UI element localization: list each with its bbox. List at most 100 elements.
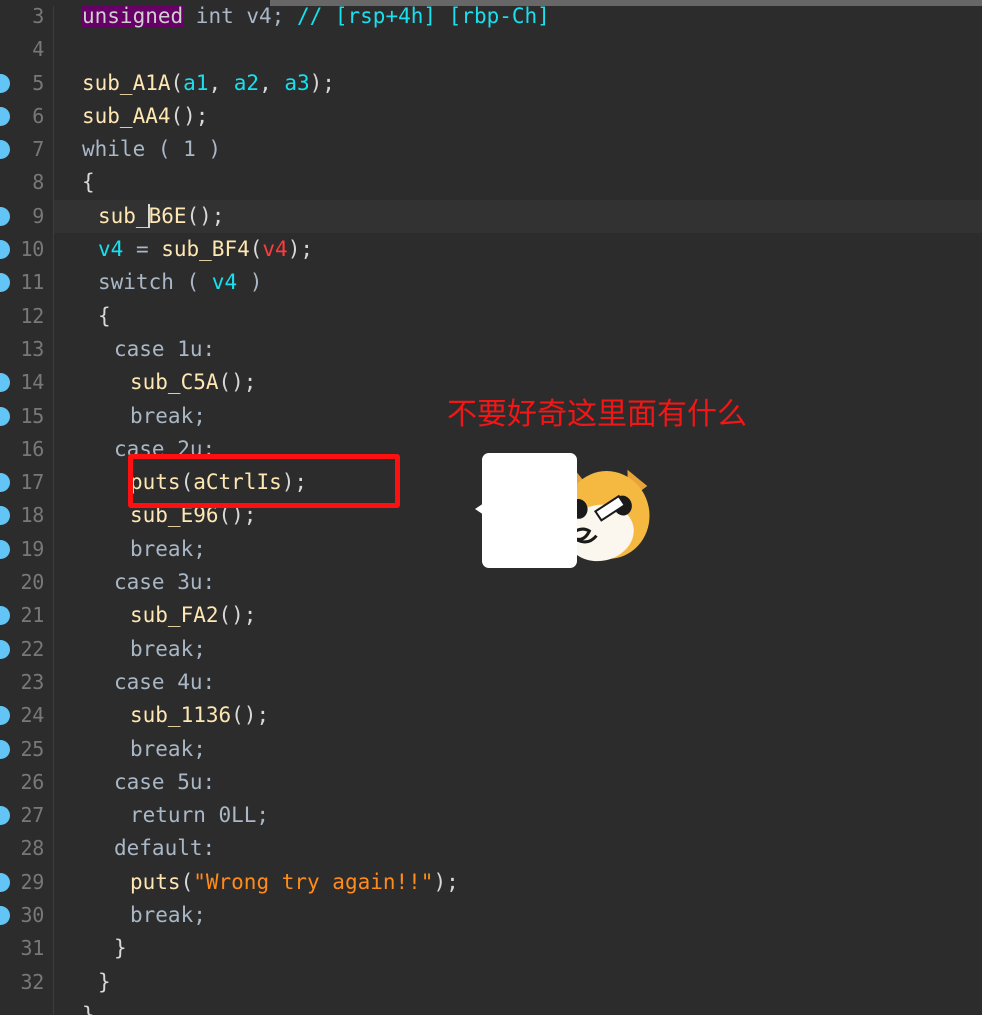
gutter-row[interactable]: 24	[0, 699, 53, 732]
gutter-row[interactable]: 5	[0, 67, 53, 100]
gutter-row[interactable]: 7	[0, 133, 53, 166]
breakpoint-icon[interactable]	[0, 373, 10, 393]
breakpoint-icon[interactable]	[0, 406, 10, 426]
gutter-row[interactable]: 26	[0, 766, 53, 799]
code-token: ,	[208, 70, 234, 95]
gutter-row[interactable]: 11	[0, 266, 53, 299]
line-number: 26	[20, 769, 45, 794]
breakpoint-icon[interactable]	[0, 539, 10, 559]
code-line[interactable]: sub_FA2();	[54, 599, 982, 632]
line-number: 14	[20, 370, 45, 395]
breakpoint-icon[interactable]	[0, 906, 10, 926]
line-number: 29	[20, 869, 45, 894]
gutter-row[interactable]: 8	[0, 166, 53, 199]
line-number: 20	[20, 570, 45, 595]
breakpoint-icon[interactable]	[0, 140, 10, 160]
code-line[interactable]: while ( 1 )	[54, 133, 982, 166]
code-line[interactable]: sub_AA4();	[54, 100, 982, 133]
breakpoint-icon[interactable]	[0, 706, 10, 726]
gutter-row[interactable]: 10	[0, 233, 53, 266]
breakpoint-icon[interactable]	[0, 606, 10, 626]
code-line[interactable]: case 1u:	[54, 333, 982, 366]
code-token: }	[114, 936, 127, 961]
code-editor[interactable]: 3 4 5 6 7 8 9 10 11 12 13 14 15 16 17 18 19 20 21 22 23 24 25 2…	[0, 0, 982, 1015]
breakpoint-icon[interactable]	[0, 106, 10, 126]
code-line[interactable]: sub_B6E();	[54, 199, 982, 234]
breakpoint-icon[interactable]	[0, 206, 10, 226]
code-line[interactable]: }	[54, 966, 982, 999]
code-line[interactable]: }	[54, 932, 982, 965]
code-line[interactable]: }	[54, 999, 982, 1015]
code-token: ,	[259, 70, 285, 95]
breakpoint-icon[interactable]	[0, 639, 10, 659]
code-line[interactable]: case 4u:	[54, 666, 982, 699]
gutter-row[interactable]: 16	[0, 433, 53, 466]
gutter-row[interactable]: 6	[0, 100, 53, 133]
code-token: v4	[98, 237, 124, 262]
code-token: a2	[233, 70, 260, 95]
gutter-row[interactable]: 27	[0, 799, 53, 832]
gutter-row[interactable]: 25	[0, 733, 53, 766]
gutter-row[interactable]: 4	[0, 33, 53, 66]
gutter-row[interactable]: 12	[0, 300, 53, 333]
code-token: int v4;	[183, 4, 297, 28]
code-line[interactable]: default:	[54, 832, 982, 865]
breakpoint-icon[interactable]	[0, 273, 10, 293]
gutter-row[interactable]: 14	[0, 366, 53, 399]
code-line[interactable]: {	[54, 166, 982, 199]
code-line[interactable]: break;	[54, 733, 982, 766]
gutter-row[interactable]: 29	[0, 866, 53, 899]
gutter-row[interactable]: 17	[0, 466, 53, 499]
gutter-row[interactable]	[0, 999, 53, 1015]
gutter-row[interactable]: 9	[0, 200, 53, 233]
breakpoint-icon[interactable]	[0, 473, 10, 493]
code-line[interactable]: switch ( v4 )	[54, 266, 982, 299]
code-line[interactable]: sub_A1A(a1, a2, a3);	[54, 67, 982, 100]
code-line[interactable]: case 5u:	[54, 766, 982, 799]
line-number: 30	[20, 903, 45, 928]
code-token: {	[82, 170, 95, 195]
code-line[interactable]: return 0LL;	[54, 799, 982, 832]
breakpoint-icon[interactable]	[0, 240, 10, 260]
breakpoint-icon[interactable]	[0, 806, 10, 826]
gutter-row[interactable]: 31	[0, 932, 53, 965]
code-line[interactable]: {	[54, 300, 982, 333]
code-token: return 0LL;	[130, 803, 270, 828]
breakpoint-icon[interactable]	[0, 872, 10, 892]
code-line[interactable]: break;	[54, 633, 982, 666]
gutter-row[interactable]: 28	[0, 832, 53, 865]
code-line[interactable]: puts("Wrong try again!!");	[54, 866, 982, 899]
code-line[interactable]: break;	[54, 899, 982, 932]
code-line[interactable]: sub_C5A();	[54, 366, 982, 399]
gutter-row[interactable]: 22	[0, 633, 53, 666]
code-line[interactable]: v4 = sub_BF4(v4);	[54, 233, 982, 266]
gutter-row[interactable]: 18	[0, 499, 53, 532]
line-number-gutter[interactable]: 3 4 5 6 7 8 9 10 11 12 13 14 15 16 17 18 19 20 21 22 23 24 25 2…	[0, 0, 53, 1015]
gutter-row[interactable]: 19	[0, 533, 53, 566]
code-token: sub_C5A	[130, 370, 219, 395]
gutter-row[interactable]: 21	[0, 599, 53, 632]
code-token: sub_1136	[130, 703, 232, 728]
code-line[interactable]: sub_1136();	[54, 699, 982, 732]
breakpoint-icon[interactable]	[0, 73, 10, 93]
annotation-note-text: 不要好奇这里面有什么	[447, 397, 747, 432]
line-number: 16	[20, 436, 45, 461]
gutter-row[interactable]: 30	[0, 899, 53, 932]
gutter-row[interactable]: 13	[0, 333, 53, 366]
horizontal-scrollbar-thumb[interactable]	[270, 0, 982, 6]
breakpoint-icon[interactable]	[0, 739, 10, 759]
code-token: v4	[211, 270, 238, 295]
gutter-row[interactable]: 32	[0, 966, 53, 999]
code-token: sub_	[98, 203, 149, 228]
breakpoint-icon[interactable]	[0, 506, 10, 526]
code-token: =	[123, 237, 162, 262]
code-token: case 1u:	[114, 336, 216, 361]
line-number: 11	[20, 270, 45, 295]
line-number: 15	[20, 403, 45, 428]
gutter-row[interactable]: 20	[0, 566, 53, 599]
gutter-row[interactable]: 15	[0, 400, 53, 433]
code-line[interactable]	[54, 33, 982, 66]
code-token: (	[180, 869, 194, 894]
horizontal-scrollbar-track[interactable]	[0, 0, 982, 6]
gutter-row[interactable]: 23	[0, 666, 53, 699]
